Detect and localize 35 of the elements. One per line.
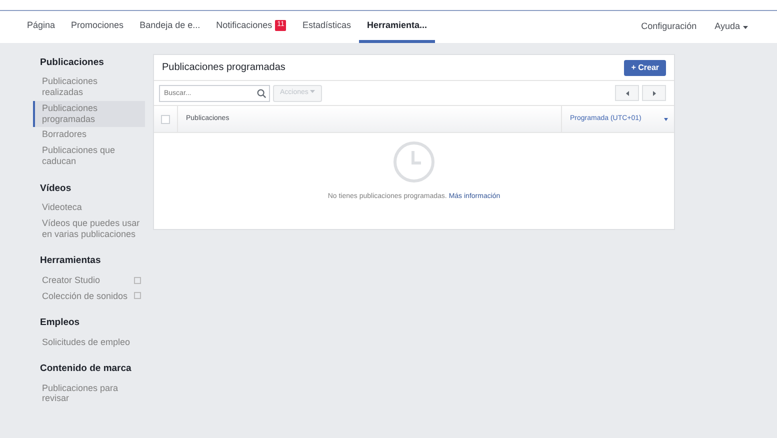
nav-tab[interactable]: Herramienta... (358, 11, 435, 43)
sidebar-heading: Herramientas (39, 254, 102, 268)
sidebar-item[interactable]: Colección de sonidos (33, 288, 145, 304)
sidebar-heading: Publicaciones (39, 56, 105, 70)
clock-icon (393, 141, 435, 183)
sidebar-item[interactable]: Publicaciones programadas (33, 100, 145, 128)
sidebar-item[interactable]: Vídeos que puedes usar en varias publicaciones (33, 216, 145, 242)
sidebar-heading: Empleos (39, 316, 81, 330)
sidebar-item[interactable]: Borradores (33, 127, 145, 144)
nav-tab[interactable]: Estadísticas (294, 11, 359, 43)
sidebar-item[interactable]: Publicaciones que caducan (33, 143, 145, 170)
nav-tab[interactable]: Bandeja de e... (132, 11, 208, 43)
chevron-left-icon (626, 90, 628, 96)
sidebar-heading: Vídeos (39, 182, 72, 196)
sidebar-heading: Contenido de marca (39, 362, 132, 376)
sidebar-item[interactable]: Videoteca (33, 200, 145, 216)
previous-page-button[interactable] (615, 85, 639, 101)
chevron-right-icon (652, 90, 656, 96)
expand-icon (134, 292, 141, 300)
panel-title: Publicaciones programadas (162, 61, 286, 75)
sidebar-item[interactable]: Solicitudes de empleo (33, 334, 145, 350)
expand-icon (134, 276, 141, 284)
next-page-button[interactable] (642, 85, 666, 101)
caret-icon (310, 90, 316, 94)
nav-tab[interactable]: Página (19, 11, 64, 43)
create-button[interactable]: + Crear (624, 60, 666, 76)
caret-icon (743, 26, 748, 28)
help-dropdown[interactable]: Ayuda (706, 11, 757, 43)
sidebar-item[interactable]: Creator Studio (33, 272, 145, 289)
sidebar-item[interactable]: Publicaciones realizadas (33, 74, 145, 101)
nav-tab[interactable]: Promociones (63, 11, 132, 43)
sort-icon[interactable] (664, 118, 668, 120)
sidebar-item[interactable]: Publicaciones para revisar (33, 380, 145, 408)
select-all-checkbox[interactable] (161, 114, 170, 124)
settings-link[interactable]: Configuración (632, 11, 706, 43)
